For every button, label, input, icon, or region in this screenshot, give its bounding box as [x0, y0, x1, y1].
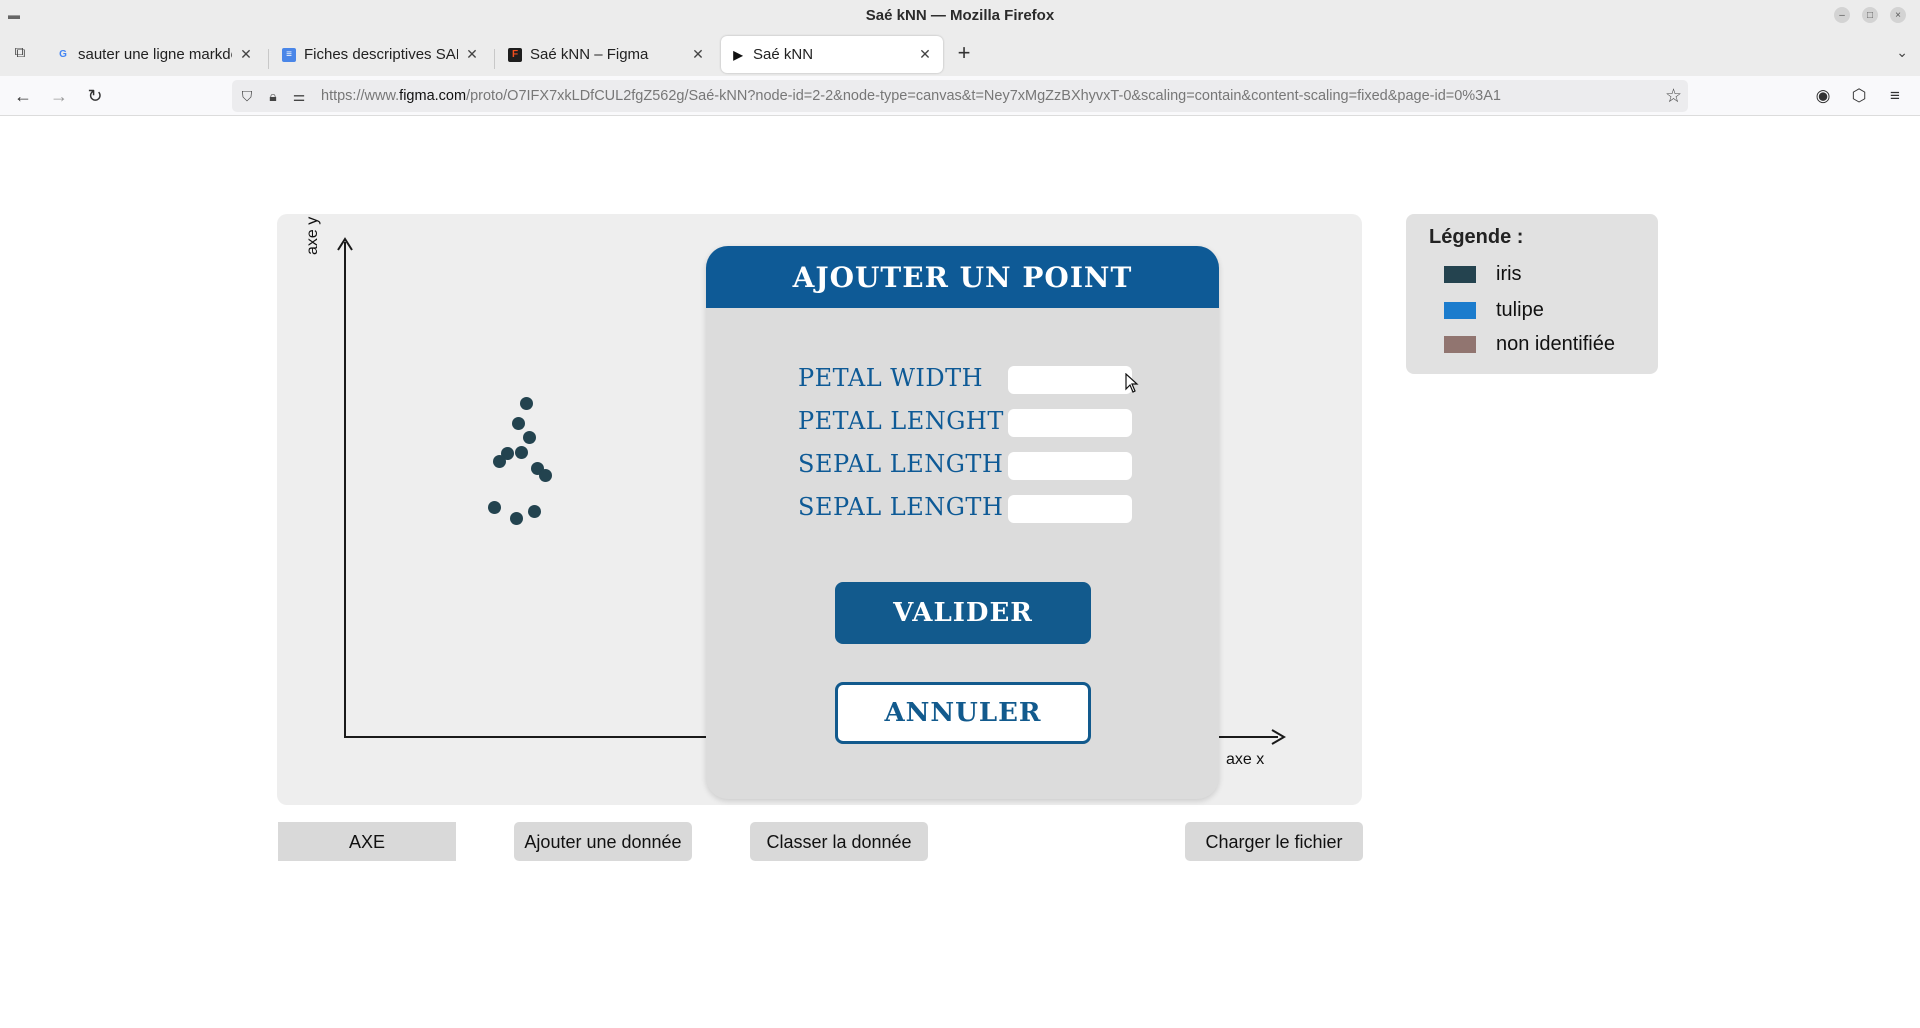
cancel-button[interactable]: ANNULER [835, 682, 1091, 744]
classify-data-button[interactable]: Classer la donnée [750, 822, 928, 861]
tab-google-docs[interactable]: ≡ Fiches descriptives SAE3. ✕ [272, 36, 490, 73]
lock-icon[interactable]: 🔒︎ [264, 87, 282, 105]
y-axis-arrow-icon [337, 237, 353, 251]
y-axis-line [344, 242, 346, 738]
address-bar[interactable]: ⛉ 🔒︎ ⚌ https://www.figma.com/proto/O7IFX… [232, 80, 1688, 112]
tab-label: sauter une ligne markdow [78, 46, 232, 63]
tab-label: Saé kNN [753, 46, 814, 63]
mouse-cursor-icon [1125, 373, 1139, 393]
back-icon[interactable]: ← [12, 85, 34, 107]
dialog-title: AJOUTER UN POINT [792, 260, 1133, 294]
permissions-icon[interactable]: ⚌ [290, 87, 308, 105]
bookmark-star-icon[interactable]: ☆ [1665, 85, 1682, 108]
reload-icon[interactable]: ↻ [84, 85, 106, 107]
tab-label: Fiches descriptives SAE3. [304, 46, 458, 63]
google-icon: G [59, 49, 67, 60]
axe-button[interactable]: AXE [278, 822, 456, 861]
legend-swatch [1444, 265, 1476, 283]
tab-overview-icon[interactable]: ⧉ [10, 44, 30, 62]
account-icon[interactable]: ◉ [1812, 85, 1834, 107]
legend-swatch [1444, 301, 1476, 319]
sepal-length-label-2: SEPAL LENGTH [798, 493, 1004, 521]
url-text[interactable]: https://www.figma.com/proto/O7IFX7xkLDfC… [321, 88, 1501, 104]
window-controls: – □ × [1834, 7, 1906, 23]
legend-panel: Légende : iris tulipe non identifiée [1406, 214, 1658, 374]
sepal-length-label: SEPAL LENGTH [798, 450, 1004, 478]
validate-button[interactable]: VALIDER [835, 582, 1091, 644]
data-point[interactable] [515, 445, 529, 459]
tab-bar: ⧉ G sauter une ligne markdow ✕ ≡ Fiches … [0, 31, 1920, 76]
legend-label: iris [1496, 262, 1522, 285]
shield-icon[interactable]: ⛉ [238, 87, 256, 105]
figma-icon: F [508, 47, 522, 62]
tab-google-search[interactable]: G sauter une ligne markdow ✕ [46, 36, 264, 73]
close-tab-icon[interactable]: ✕ [690, 46, 706, 63]
minimize-icon[interactable]: – [1834, 7, 1850, 23]
close-window-icon[interactable]: × [1890, 7, 1906, 23]
maximize-icon[interactable]: □ [1862, 7, 1878, 23]
legend-title: Légende : [1429, 226, 1524, 248]
url-domain: figma.com [399, 88, 467, 104]
sepal-length-input-2[interactable] [1008, 495, 1132, 523]
x-axis-label: axe x [1226, 751, 1265, 768]
petal-length-label: PETAL LENGHT [798, 407, 1004, 435]
window-menu-icon[interactable]: ▬ [8, 9, 22, 21]
petal-width-label: PETAL WIDTH [798, 364, 984, 392]
hamburger-menu-icon[interactable]: ≡ [1884, 85, 1906, 107]
data-point[interactable] [520, 397, 533, 410]
tab-separator [268, 49, 269, 69]
data-point[interactable] [512, 416, 525, 430]
docs-icon: ≡ [282, 47, 296, 62]
window-title: Saé kNN — Mozilla Firefox [865, 7, 1055, 24]
window-titlebar: ▬ Saé kNN — Mozilla Firefox – □ × [0, 0, 1920, 31]
data-point[interactable] [528, 505, 541, 518]
legend-item-tulipe: tulipe [1444, 298, 1544, 322]
forward-icon[interactable]: → [48, 85, 70, 107]
legend-swatch [1444, 335, 1476, 353]
tab-label: Saé kNN – Figma [530, 46, 649, 63]
extensions-icon[interactable]: ⬡ [1848, 85, 1870, 107]
url-prefix: https://www. [321, 88, 400, 104]
tab-sae-knn[interactable]: ▶ Saé kNN ✕ [721, 36, 943, 73]
close-tab-icon[interactable]: ✕ [464, 46, 480, 63]
legend-item-non-identifiee: non identifiée [1444, 332, 1615, 356]
y-axis-label: axe y [304, 216, 321, 255]
petal-width-input[interactable] [1008, 366, 1132, 394]
close-tab-icon[interactable]: ✕ [917, 46, 933, 63]
navigation-bar: ← → ↻ ⛉ 🔒︎ ⚌ https://www.figma.com/proto… [0, 76, 1920, 116]
load-file-button[interactable]: Charger le fichier [1185, 822, 1363, 861]
data-point[interactable] [492, 454, 506, 468]
new-tab-icon[interactable]: + [952, 42, 976, 65]
tab-figma[interactable]: F Saé kNN – Figma ✕ [498, 36, 716, 73]
dialog-header: AJOUTER UN POINT [706, 246, 1219, 308]
play-icon: ▶ [733, 47, 743, 62]
x-axis-arrow-icon [1271, 729, 1286, 745]
legend-label: tulipe [1496, 298, 1544, 321]
close-tab-icon[interactable]: ✕ [238, 46, 254, 63]
legend-item-iris: iris [1444, 262, 1522, 286]
sepal-length-input[interactable] [1008, 452, 1132, 480]
add-point-dialog: AJOUTER UN POINT PETAL WIDTH PETAL LENGH… [706, 246, 1219, 799]
chevron-down-icon[interactable]: ⌄ [1896, 44, 1908, 61]
legend-label: non identifiée [1496, 332, 1615, 355]
add-data-button[interactable]: Ajouter une donnée [514, 822, 692, 861]
petal-length-input[interactable] [1008, 409, 1132, 437]
tab-separator [494, 49, 495, 69]
url-path: /proto/O7IFX7xkLDfCUL2fgZ562g/Saé-kNN?no… [466, 88, 1501, 104]
